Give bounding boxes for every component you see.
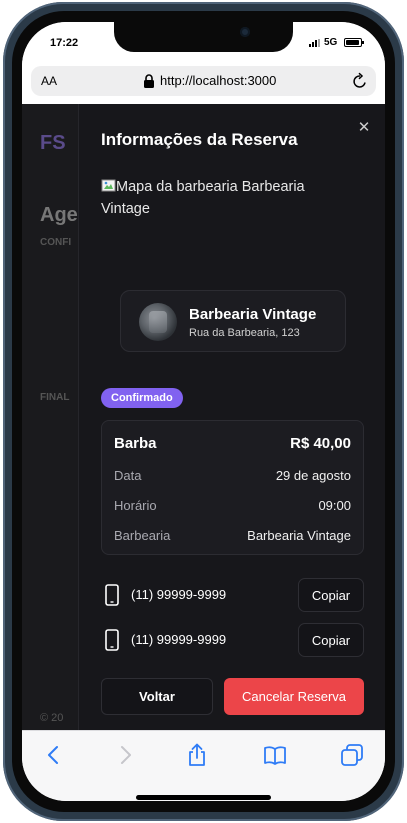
phone-number: (11) 99999-9999 (131, 587, 227, 602)
phone-row: (11) 99999-9999 Copiar (101, 578, 364, 612)
reader-settings-button[interactable]: AA (41, 74, 57, 88)
url-text: http://localhost:3000 (160, 73, 277, 88)
sheet-title: Informações da Reserva (101, 130, 298, 149)
date-row: Data 29 de agosto (114, 468, 351, 483)
back-icon[interactable] (42, 743, 66, 767)
time-label: Horário (114, 498, 157, 513)
smartphone-icon (105, 584, 119, 606)
barbershop-address: Rua da Barbearia, 123 (189, 327, 300, 339)
background-footer: © 20 (40, 712, 64, 724)
smartphone-icon (105, 629, 119, 651)
phone-number: (11) 99999-9999 (131, 632, 227, 647)
map-alt-text: Mapa da barbearia Barbearia Vintage (101, 179, 305, 217)
barbershop-value: Barbearia Vintage (247, 528, 351, 543)
browser-address-area: AA http://localhost:3000 (22, 66, 385, 104)
network-type: 5G (324, 37, 338, 48)
phone-row: (11) 99999-9999 Copiar (101, 623, 364, 657)
lock-icon (144, 74, 154, 88)
map-image: Mapa da barbearia Barbearia Vintage (101, 174, 341, 244)
background-confirmed-label: CONFI (40, 237, 72, 248)
back-button[interactable]: Voltar (101, 678, 213, 715)
copy-phone-button[interactable]: Copiar (298, 623, 364, 657)
barbershop-card: Barbearia Vintage Rua da Barbearia, 123 (120, 290, 346, 352)
barbershop-row: Barbearia Barbearia Vintage (114, 528, 351, 543)
reload-icon[interactable] (352, 72, 368, 90)
status-badge: Confirmado (101, 388, 183, 408)
browser-toolbar (22, 730, 385, 801)
background-finished-label: FINAL (40, 392, 70, 403)
booking-summary-card: Barba R$ 40,00 Data 29 de agosto Horário… (101, 420, 364, 555)
background-title: Age (40, 204, 78, 226)
service-name: Barba (114, 435, 157, 452)
barbershop-avatar (139, 303, 177, 341)
share-icon[interactable] (185, 743, 209, 767)
reservation-details-sheet: Informações da Reserva ✕ Mapa da barbear… (78, 104, 385, 730)
web-page: FS Age CONFI FINAL © 20 Informações da R… (22, 104, 385, 730)
signal-icon (309, 39, 322, 47)
copy-phone-button[interactable]: Copiar (298, 578, 364, 612)
notch (114, 22, 293, 52)
background-logo: FS (40, 132, 66, 154)
home-indicator (136, 795, 271, 800)
status-bar: 17:22 5G (22, 22, 385, 66)
time-value: 09:00 (318, 498, 351, 513)
date-label: Data (114, 468, 142, 483)
battery-icon (344, 38, 364, 47)
barbershop-label: Barbearia (114, 528, 171, 543)
bookmarks-icon[interactable] (263, 743, 287, 767)
close-button[interactable]: ✕ (353, 116, 375, 138)
background-page: FS Age CONFI FINAL © 20 (22, 104, 78, 730)
camera-icon (240, 27, 250, 37)
status-time: 17:22 (50, 37, 79, 49)
cancel-reservation-button[interactable]: Cancelar Reserva (224, 678, 364, 715)
service-price: R$ 40,00 (290, 435, 351, 452)
forward-icon[interactable] (113, 743, 137, 767)
time-row: Horário 09:00 (114, 498, 351, 513)
date-value: 29 de agosto (275, 468, 351, 483)
phone-screen: 17:22 5G AA http://localhost:3000 FS Age (22, 22, 385, 801)
service-row: Barba R$ 40,00 (114, 435, 351, 452)
tabs-icon[interactable] (340, 743, 364, 767)
barbershop-name: Barbearia Vintage (189, 306, 317, 323)
close-icon: ✕ (357, 119, 371, 136)
address-bar[interactable]: AA http://localhost:3000 (31, 66, 376, 96)
